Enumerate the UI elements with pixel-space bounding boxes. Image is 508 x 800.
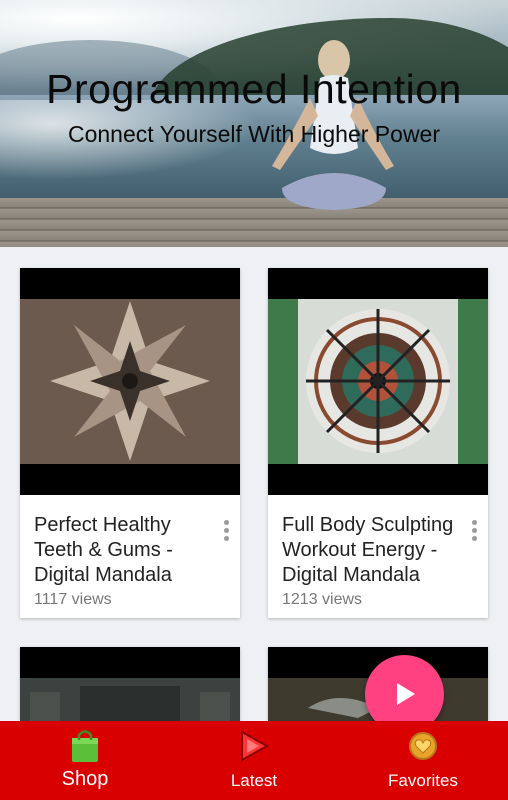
video-thumbnail[interactable] — [20, 268, 240, 495]
more-options-icon[interactable] — [220, 520, 232, 546]
play-arrow-icon — [241, 730, 269, 762]
mandala-thumbnail-image — [20, 299, 240, 464]
video-card[interactable] — [20, 647, 240, 721]
video-card[interactable]: Perfect Healthy Teeth & Gums - Digital M… — [20, 268, 240, 618]
favorite-badge-icon — [409, 732, 437, 760]
video-thumbnail-image[interactable] — [20, 678, 240, 721]
app-title: Programmed Intention — [46, 66, 462, 112]
play-icon — [397, 683, 415, 705]
nav-label-latest: Latest — [230, 771, 278, 790]
video-title[interactable]: Full Body Sculpting Workout Energy - Dig… — [282, 513, 462, 588]
more-options-icon[interactable] — [468, 520, 480, 546]
nav-label-shop: Shop — [61, 768, 109, 790]
view-count: 1213 views — [282, 591, 363, 608]
view-count: 1117 views — [34, 591, 112, 608]
bottom-navigation: Shop Latest Favorites — [0, 721, 508, 800]
nav-item-favorites[interactable]: Favorites — [338, 721, 508, 800]
nav-label-favorites: Favorites — [388, 771, 458, 790]
app-subtitle: Connect Yourself With Higher Power — [67, 121, 441, 147]
nav-item-latest[interactable]: Latest — [169, 721, 339, 800]
mandala-thumbnail-image — [268, 299, 488, 464]
nav-item-shop[interactable]: Shop — [0, 721, 170, 800]
video-card[interactable]: Full Body Sculpting Workout Energy - Dig… — [268, 268, 488, 618]
shopping-bag-icon — [72, 730, 98, 762]
header-banner: Programmed Intention Connect Yourself Wi… — [0, 0, 508, 247]
video-title[interactable]: Perfect Healthy Teeth & Gums - Digital M… — [34, 513, 214, 588]
video-thumbnail[interactable] — [268, 268, 488, 495]
